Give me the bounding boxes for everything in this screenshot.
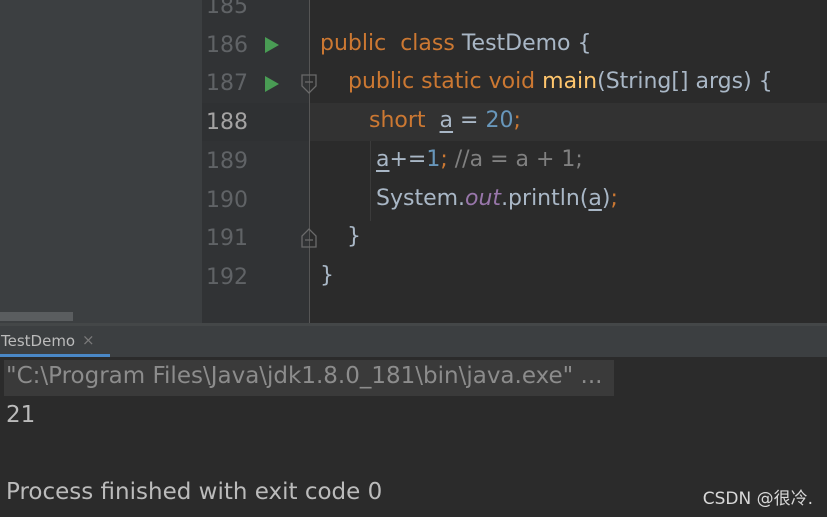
keyword: public static void <box>348 69 536 94</box>
keyword: public <box>320 31 387 56</box>
number-literal: 20 <box>485 108 514 133</box>
line-number: 187 <box>206 71 248 96</box>
class-name: TestDemo { <box>461 31 592 56</box>
console-exit-message: Process finished with exit code 0 <box>6 479 383 505</box>
semicolon: ; <box>610 186 618 211</box>
run-class-icon[interactable] <box>265 37 279 53</box>
watermark: CSDN @很冷. <box>702 489 813 509</box>
static-field: out <box>465 186 502 211</box>
project-panel <box>0 0 202 323</box>
line-number: 189 <box>206 149 248 174</box>
run-console[interactable]: "C:\Program Files\Java\jdk1.8.0_181\bin\… <box>0 357 827 517</box>
close-icon[interactable]: × <box>82 331 95 349</box>
closing-brace: } <box>320 263 334 288</box>
code-line-188[interactable]: short a = 20; <box>369 108 521 133</box>
gutter-separator <box>309 0 310 323</box>
line-number: 185 <box>206 0 248 19</box>
horizontal-scrollbar[interactable] <box>0 312 73 321</box>
run-main-icon[interactable] <box>265 76 279 92</box>
variable: a <box>376 147 390 172</box>
code-line-187[interactable]: public static void main(String[] args) { <box>348 69 773 94</box>
method-name: main <box>542 69 598 94</box>
method-params: (String[] args) { <box>597 69 773 94</box>
run-tab-testdemo[interactable]: TestDemo × <box>0 326 110 357</box>
line-number: 192 <box>206 265 248 290</box>
code-line-189[interactable]: a+=1; //a = a + 1; <box>376 147 583 172</box>
indent-guide <box>370 141 371 221</box>
tab-label: TestDemo <box>1 332 76 350</box>
number-literal: 1 <box>426 147 441 172</box>
run-tab-bar: TestDemo × <box>0 326 827 357</box>
fold-end-icon[interactable] <box>300 228 318 248</box>
code-line-192[interactable]: } <box>320 263 334 288</box>
line-number: 186 <box>206 33 248 58</box>
keyword: short <box>369 108 426 133</box>
operator: += <box>389 147 427 172</box>
semicolon: ; <box>513 108 521 133</box>
class-ref: System. <box>376 186 466 211</box>
code-line-191[interactable]: } <box>347 224 361 249</box>
variable: a <box>588 186 602 211</box>
code-editor[interactable]: 185 186 187 188 189 190 191 192 public c… <box>0 0 827 323</box>
line-comment: //a = a + 1; <box>447 147 583 172</box>
variable: a <box>439 108 454 133</box>
semicolon: ; <box>440 147 448 172</box>
operator: = <box>453 108 486 133</box>
closing-brace: } <box>347 224 361 249</box>
line-number: 191 <box>206 226 248 251</box>
fold-collapse-icon[interactable] <box>300 74 318 94</box>
console-output-line: 21 <box>6 402 36 428</box>
line-number: 190 <box>206 188 248 213</box>
console-command-line[interactable]: "C:\Program Files\Java\jdk1.8.0_181\bin\… <box>6 363 602 389</box>
code-line-186[interactable]: public class TestDemo { <box>320 31 592 56</box>
keyword: class <box>400 31 455 56</box>
code-line-190[interactable]: System.out.println(a); <box>376 186 618 211</box>
method-call: .println( <box>501 186 589 211</box>
line-number-current: 188 <box>206 110 248 135</box>
